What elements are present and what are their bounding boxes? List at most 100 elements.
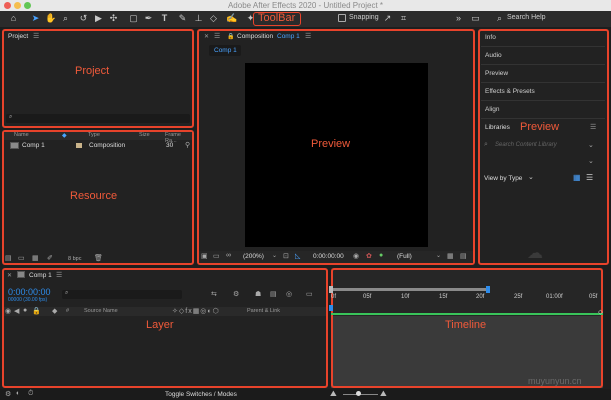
column-type[interactable]: Type [88,132,100,138]
region-of-interest-icon[interactable]: ◺ [295,252,300,260]
3d-glasses-icon[interactable]: ∞ [226,252,231,259]
zoom-out-icon[interactable]: ⛰ [330,389,337,399]
text-icon[interactable]: T [159,13,170,24]
clone-stamp-icon[interactable]: ⊥ [193,13,204,24]
solo-icon[interactable]: ● [23,307,27,314]
search-icon[interactable]: ⌕ [494,13,505,24]
time-navigator-start-handle[interactable] [329,286,333,293]
libraries-menu-icon[interactable]: ☰ [590,123,596,131]
time-ruler[interactable]: 0f 05f 10f 15f 20f 25f 01:00f 05f [331,293,603,304]
composition-viewer[interactable] [245,63,428,247]
minimize-window-button[interactable] [14,2,21,9]
composition-tab-menu-icon[interactable]: ☰ [305,32,311,40]
trash-icon[interactable]: 🗑 [94,254,103,262]
always-preview-icon[interactable]: ▣ [201,252,208,260]
brush-icon[interactable]: ✎ [177,13,188,24]
info-panel-item[interactable]: Info [481,29,605,47]
preview-timecode[interactable]: 0:00:00:00 [313,253,344,260]
audio-icon[interactable]: ◀ [14,307,19,315]
chevron-down-icon[interactable]: ⌄ [588,141,594,149]
eraser-icon[interactable]: ◇ [208,13,219,24]
column-parent-link[interactable]: Parent & Link [247,308,280,314]
lock-icon[interactable]: 🔒 [227,33,234,40]
video-eye-icon[interactable]: ◉ [5,307,11,315]
project-search-input[interactable]: ⌕ [6,114,190,123]
flowchart-icon[interactable]: ⚲ [185,141,190,149]
column-source-name[interactable]: Source Name [84,308,118,314]
libraries-tab[interactable]: Libraries [485,124,510,131]
column-size[interactable]: Size [139,132,150,138]
fast-previews-icon[interactable]: ▤ [460,252,467,260]
workspace-overflow-icon[interactable]: » [453,13,464,24]
comp-marker-bin-icon[interactable]: ⬦ [598,309,603,317]
lock-icon[interactable]: 🔒 [32,307,41,315]
table-row[interactable]: Comp 1 Composition 30 ⚲ [4,141,192,151]
time-navigator-bar[interactable] [331,288,489,291]
snap-edges-icon[interactable]: ↗ [382,13,393,24]
motion-blur-icon[interactable]: ◎ [286,290,292,298]
view-by-type-select[interactable]: View by Type [484,175,522,182]
rectangle-icon[interactable]: ▢ [128,13,139,24]
monitor-icon[interactable]: ▭ [213,252,220,260]
snapping-checkbox[interactable] [338,14,346,22]
align-panel-item[interactable]: Align [481,101,605,119]
show-snapshot-icon[interactable]: ✿ [366,252,372,260]
timeline-tab-menu-icon[interactable]: ☰ [56,271,62,279]
frame-blending-icon[interactable]: ▤ [270,290,277,298]
channel-icon[interactable]: ● [379,252,383,259]
draft-3d-icon[interactable]: ⚙ [233,290,239,298]
fit-icon[interactable]: ⊡ [283,252,289,260]
zoom-icon[interactable]: ⌕ [60,13,71,24]
comp-subtab[interactable]: Comp 1 [209,45,241,56]
transfer-controls-icon[interactable]: ◐ [16,390,20,397]
effects-presets-panel-item[interactable]: Effects & Presets [481,83,605,101]
toggle-switches-modes-button[interactable]: Toggle Switches / Modes [165,391,237,398]
new-folder-icon[interactable]: ▭ [18,254,25,262]
pen-icon[interactable]: ✒ [143,13,154,24]
time-navigator-end-handle[interactable] [486,286,490,293]
switches-icons[interactable]: ✧◇fx▦◎◐⬡ [172,307,220,315]
close-tab-icon[interactable]: ✕ [7,272,12,279]
grid-view-icon[interactable]: ▦ [573,173,581,182]
zoom-level-select[interactable]: (200%) [243,253,264,260]
label-color-swatch[interactable] [76,143,82,148]
in-out-icon[interactable]: ⏱ [28,390,33,398]
interpret-footage-icon[interactable]: ▤ [5,254,12,262]
transparency-grid-icon[interactable]: ▦ [447,252,454,260]
composition-tab-comp[interactable]: Comp 1 [277,33,300,40]
zoom-slider-thumb[interactable] [356,391,361,396]
close-tab-icon[interactable]: ✕ [204,33,209,40]
rotate-icon[interactable]: ↺ [78,13,89,24]
chevron-down-icon[interactable]: ⌄ [588,157,594,165]
list-view-icon[interactable]: ☰ [586,173,593,182]
column-name[interactable]: Name [14,132,29,138]
project-panel-menu-icon[interactable]: ☰ [33,32,39,40]
label-sort-icon[interactable]: ◆ [62,132,67,139]
new-composition-icon[interactable]: ▦ [32,254,39,262]
workspace-icon[interactable]: ▭ [470,13,481,24]
timeline-comp-tab[interactable]: Comp 1 [29,272,52,279]
zoom-window-button[interactable] [24,2,31,9]
library-search-input[interactable]: Search Content Library [495,142,557,148]
bpc-label[interactable]: 8 bpc [68,256,81,262]
layer-search-input[interactable]: ⌕ [62,290,182,299]
settings-icon[interactable]: ✐ [47,254,53,262]
home-icon[interactable]: ⌂ [8,13,19,24]
layer-switches-icon[interactable]: ⚙ [5,390,11,398]
selection-icon[interactable]: ➤ [30,13,41,24]
resolution-select[interactable]: (Full) [397,253,412,260]
roto-brush-icon[interactable]: ✍ [226,13,237,24]
hide-shy-layers-icon[interactable]: ☗ [255,290,261,298]
pan-behind-icon[interactable]: ✣ [108,13,119,24]
composition-panel-menu-icon[interactable]: ☰ [214,32,220,40]
current-time-display[interactable]: 0:00:00:00 [8,287,51,297]
zoom-in-icon[interactable]: ⛰ [380,389,387,399]
composition-tab-prefix[interactable]: Composition [237,33,273,40]
snap-features-icon[interactable]: ⌗ [398,13,409,24]
composition-mini-flowchart-icon[interactable]: ⇆ [211,290,217,298]
current-time-indicator[interactable] [329,305,333,311]
camera-icon[interactable]: ▶ [93,13,104,24]
label-icon[interactable]: ◆ [52,307,57,315]
close-window-button[interactable] [4,2,11,9]
preview-panel-item[interactable]: Preview [481,65,605,83]
